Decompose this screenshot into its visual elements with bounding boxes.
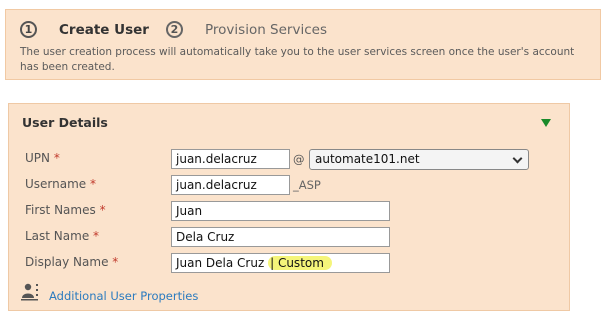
first-names-label: First Names * xyxy=(25,203,106,217)
collapse-triangle-icon[interactable] xyxy=(541,119,551,127)
user-properties-icon[interactable] xyxy=(20,282,40,302)
user-details-panel: User Details UPN * juan.delacruz @ autom… xyxy=(8,103,570,311)
panel-title: User Details xyxy=(22,115,108,130)
username-input[interactable]: juan.delacruz xyxy=(171,175,290,195)
step-label-create-user: Create User xyxy=(59,21,149,38)
upn-domain-select[interactable]: automate101.net xyxy=(309,149,529,170)
display-name-value: Juan Dela Cruz xyxy=(176,256,265,270)
step-number-1: 1 xyxy=(20,21,37,38)
last-name-input[interactable]: Dela Cruz xyxy=(171,227,390,247)
wizard-steps-bar: 1 Create User 2 Provision Services The u… xyxy=(5,9,601,80)
username-label: Username * xyxy=(25,177,96,191)
required-marker: * xyxy=(99,203,106,217)
step-create-user: 1 Create User xyxy=(20,21,149,38)
display-name-label: Display Name * xyxy=(25,255,119,269)
username-suffix: _ASP xyxy=(293,178,321,192)
required-marker: * xyxy=(93,229,100,243)
required-marker: * xyxy=(112,255,119,269)
last-name-label: Last Name * xyxy=(25,229,100,243)
first-names-input[interactable]: Juan xyxy=(171,201,390,221)
step-number-2: 2 xyxy=(166,21,183,38)
display-name-highlight: | Custom xyxy=(268,256,332,270)
chevron-down-icon xyxy=(512,153,523,164)
step-label-provision-services: Provision Services xyxy=(205,21,327,38)
step-provision-services: 2 Provision Services xyxy=(166,21,327,38)
additional-user-properties-link[interactable]: Additional User Properties xyxy=(49,289,198,303)
upn-at-sign: @ xyxy=(293,152,305,166)
upn-domain-value: automate101.net xyxy=(315,152,420,166)
wizard-description: The user creation process will automatic… xyxy=(20,46,575,73)
upn-input[interactable]: juan.delacruz xyxy=(171,149,290,169)
display-name-input[interactable]: Juan Dela Cruz | Custom xyxy=(171,253,390,273)
upn-label: UPN * xyxy=(25,151,60,165)
required-marker: * xyxy=(90,177,96,191)
required-marker: * xyxy=(53,151,60,165)
